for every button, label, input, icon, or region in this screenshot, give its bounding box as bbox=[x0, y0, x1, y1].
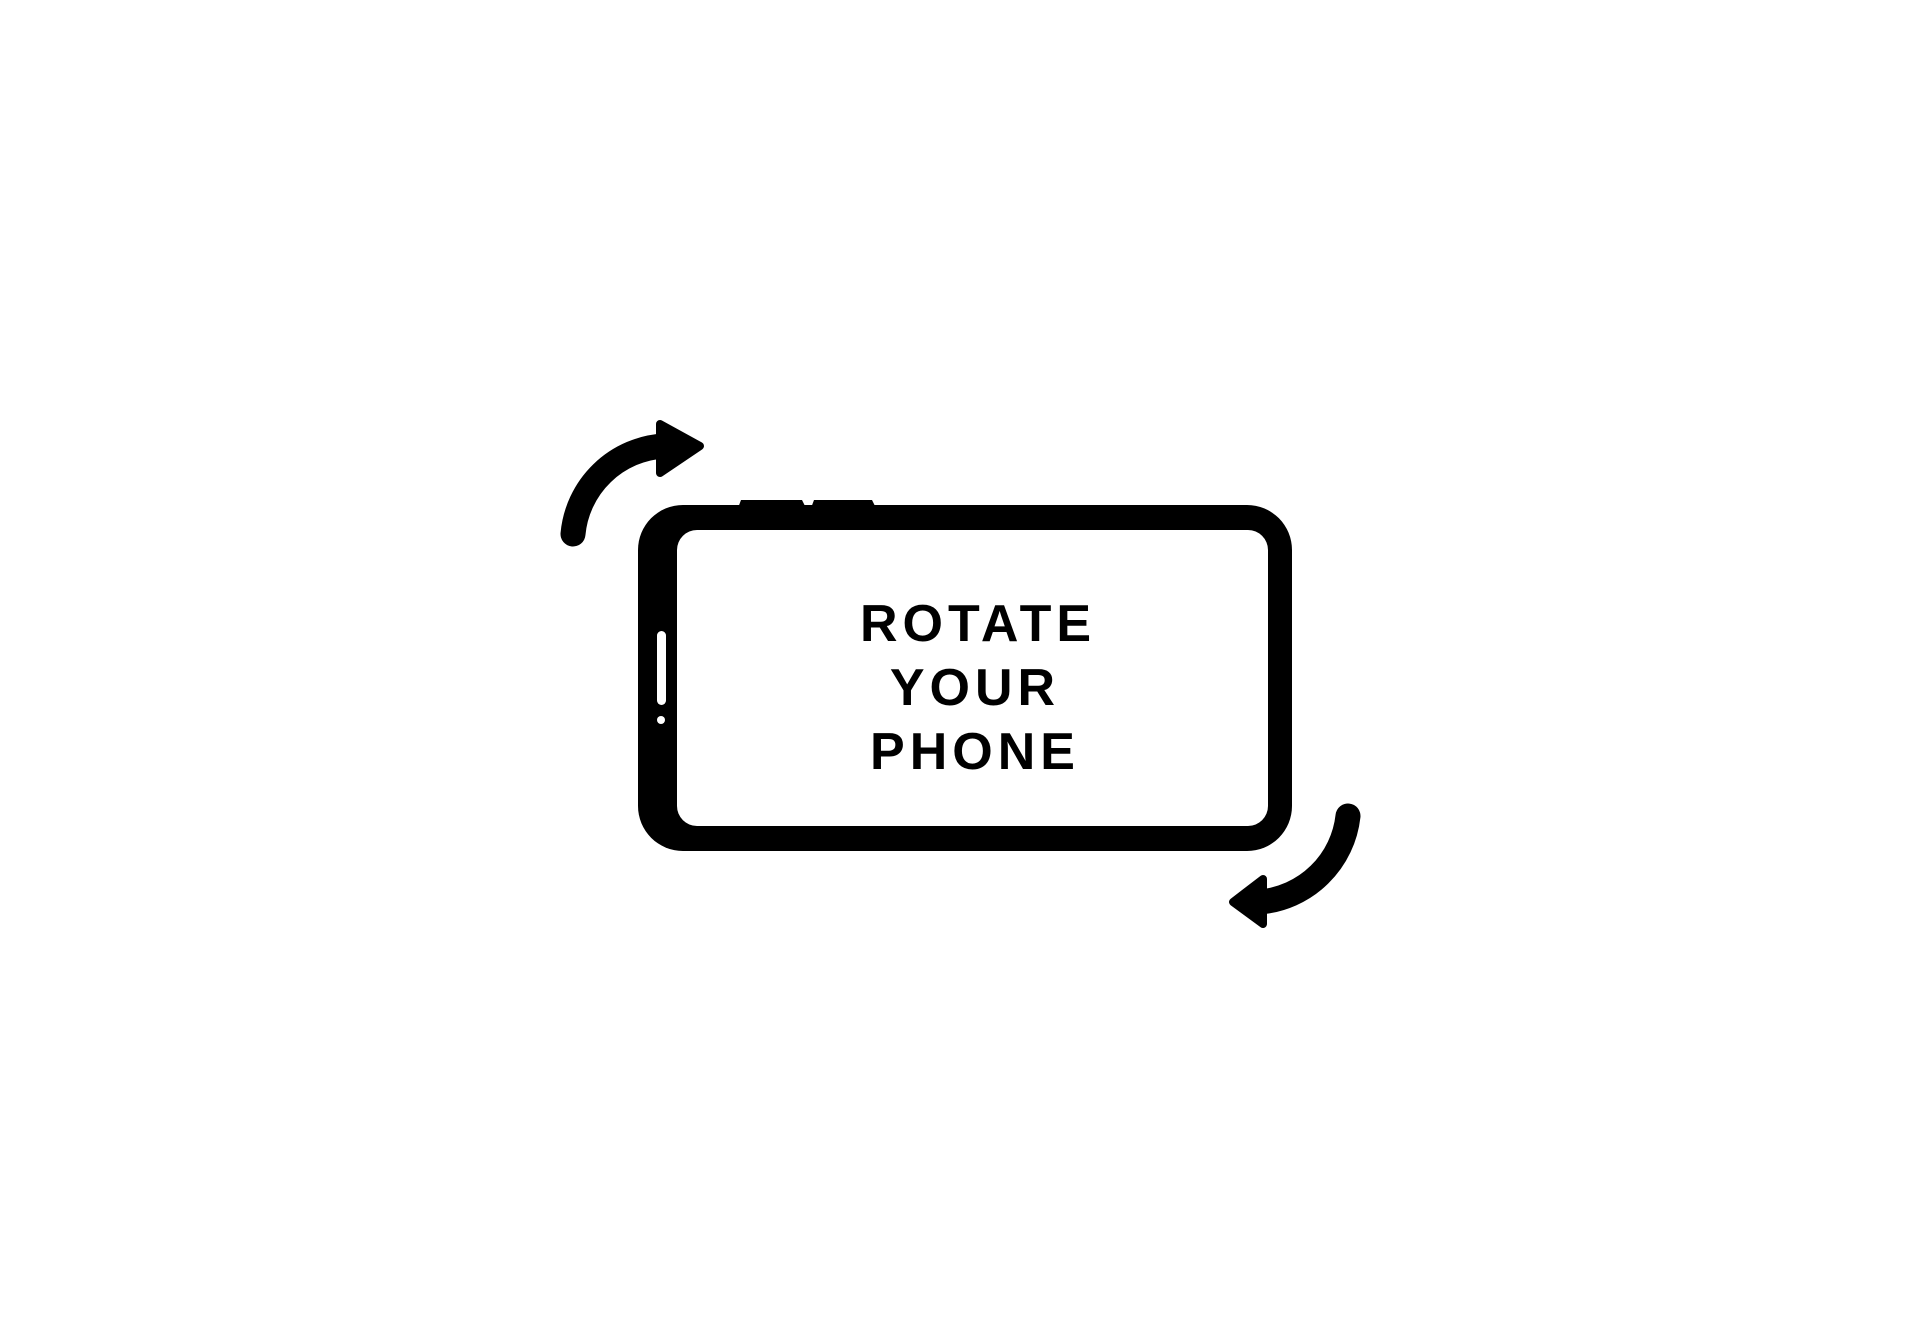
message-line-1: ROTATE bbox=[860, 595, 1097, 653]
phone-speaker-slot bbox=[657, 631, 666, 705]
message-line-3: PHONE bbox=[870, 723, 1080, 781]
rotate-message: ROTATE YOUR PHONE bbox=[860, 592, 1097, 784]
phone-camera-dot bbox=[657, 716, 665, 724]
message-line-2: YOUR bbox=[889, 659, 1061, 717]
rotate-phone-screen: ROTATE YOUR PHONE bbox=[0, 0, 1920, 1344]
